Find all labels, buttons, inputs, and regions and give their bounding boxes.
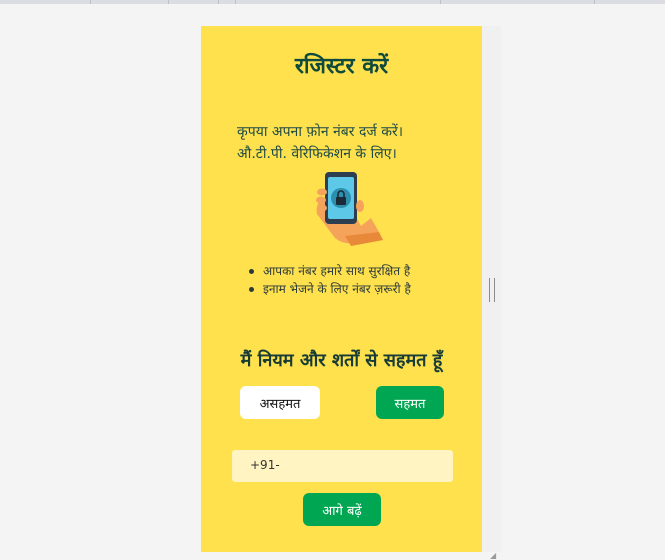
agree-button[interactable]: सहमत bbox=[376, 386, 444, 419]
next-button[interactable]: आगे बढ़ें bbox=[303, 493, 381, 526]
resize-handle[interactable] bbox=[489, 278, 495, 302]
top-strip-divider bbox=[594, 0, 595, 4]
disagree-button[interactable]: असहमत bbox=[240, 386, 320, 419]
browser-top-strip bbox=[0, 0, 665, 4]
phone-number-field[interactable]: +91- bbox=[232, 450, 453, 482]
top-strip-divider bbox=[90, 0, 91, 4]
phone-lock-icon bbox=[316, 172, 383, 246]
instruction-line-1: कृपया अपना फ़ोन नंबर दर्ज करें। bbox=[237, 124, 404, 140]
info-bullet-list: आपका नंबर हमारे साथ सुरक्षित है इनाम भेज… bbox=[249, 262, 449, 298]
top-strip-divider bbox=[168, 0, 169, 4]
top-strip-divider bbox=[440, 0, 441, 4]
top-strip-divider bbox=[235, 0, 236, 4]
phone-number-input[interactable] bbox=[276, 454, 450, 480]
list-item: आपका नंबर हमारे साथ सुरक्षित है bbox=[249, 262, 449, 280]
register-screen: रजिस्टर करें कृपया अपना फ़ोन नंबर दर्ज क… bbox=[201, 26, 482, 552]
terms-heading: मैं नियम और शर्तों से सहमत हूँ bbox=[240, 350, 443, 371]
resize-grip-icon[interactable]: ◢ bbox=[490, 552, 498, 560]
page-title: रजिस्टर करें bbox=[294, 53, 389, 79]
instruction-line-2: औ.टी.पी. वेरिफिकेशन के लिए। bbox=[237, 146, 397, 162]
instruction-text: कृपया अपना फ़ोन नंबर दर्ज करें। औ.टी.पी.… bbox=[237, 121, 457, 165]
list-item: इनाम भेजने के लिए नंबर ज़रूरी है bbox=[249, 280, 449, 298]
top-strip-divider bbox=[218, 0, 219, 4]
